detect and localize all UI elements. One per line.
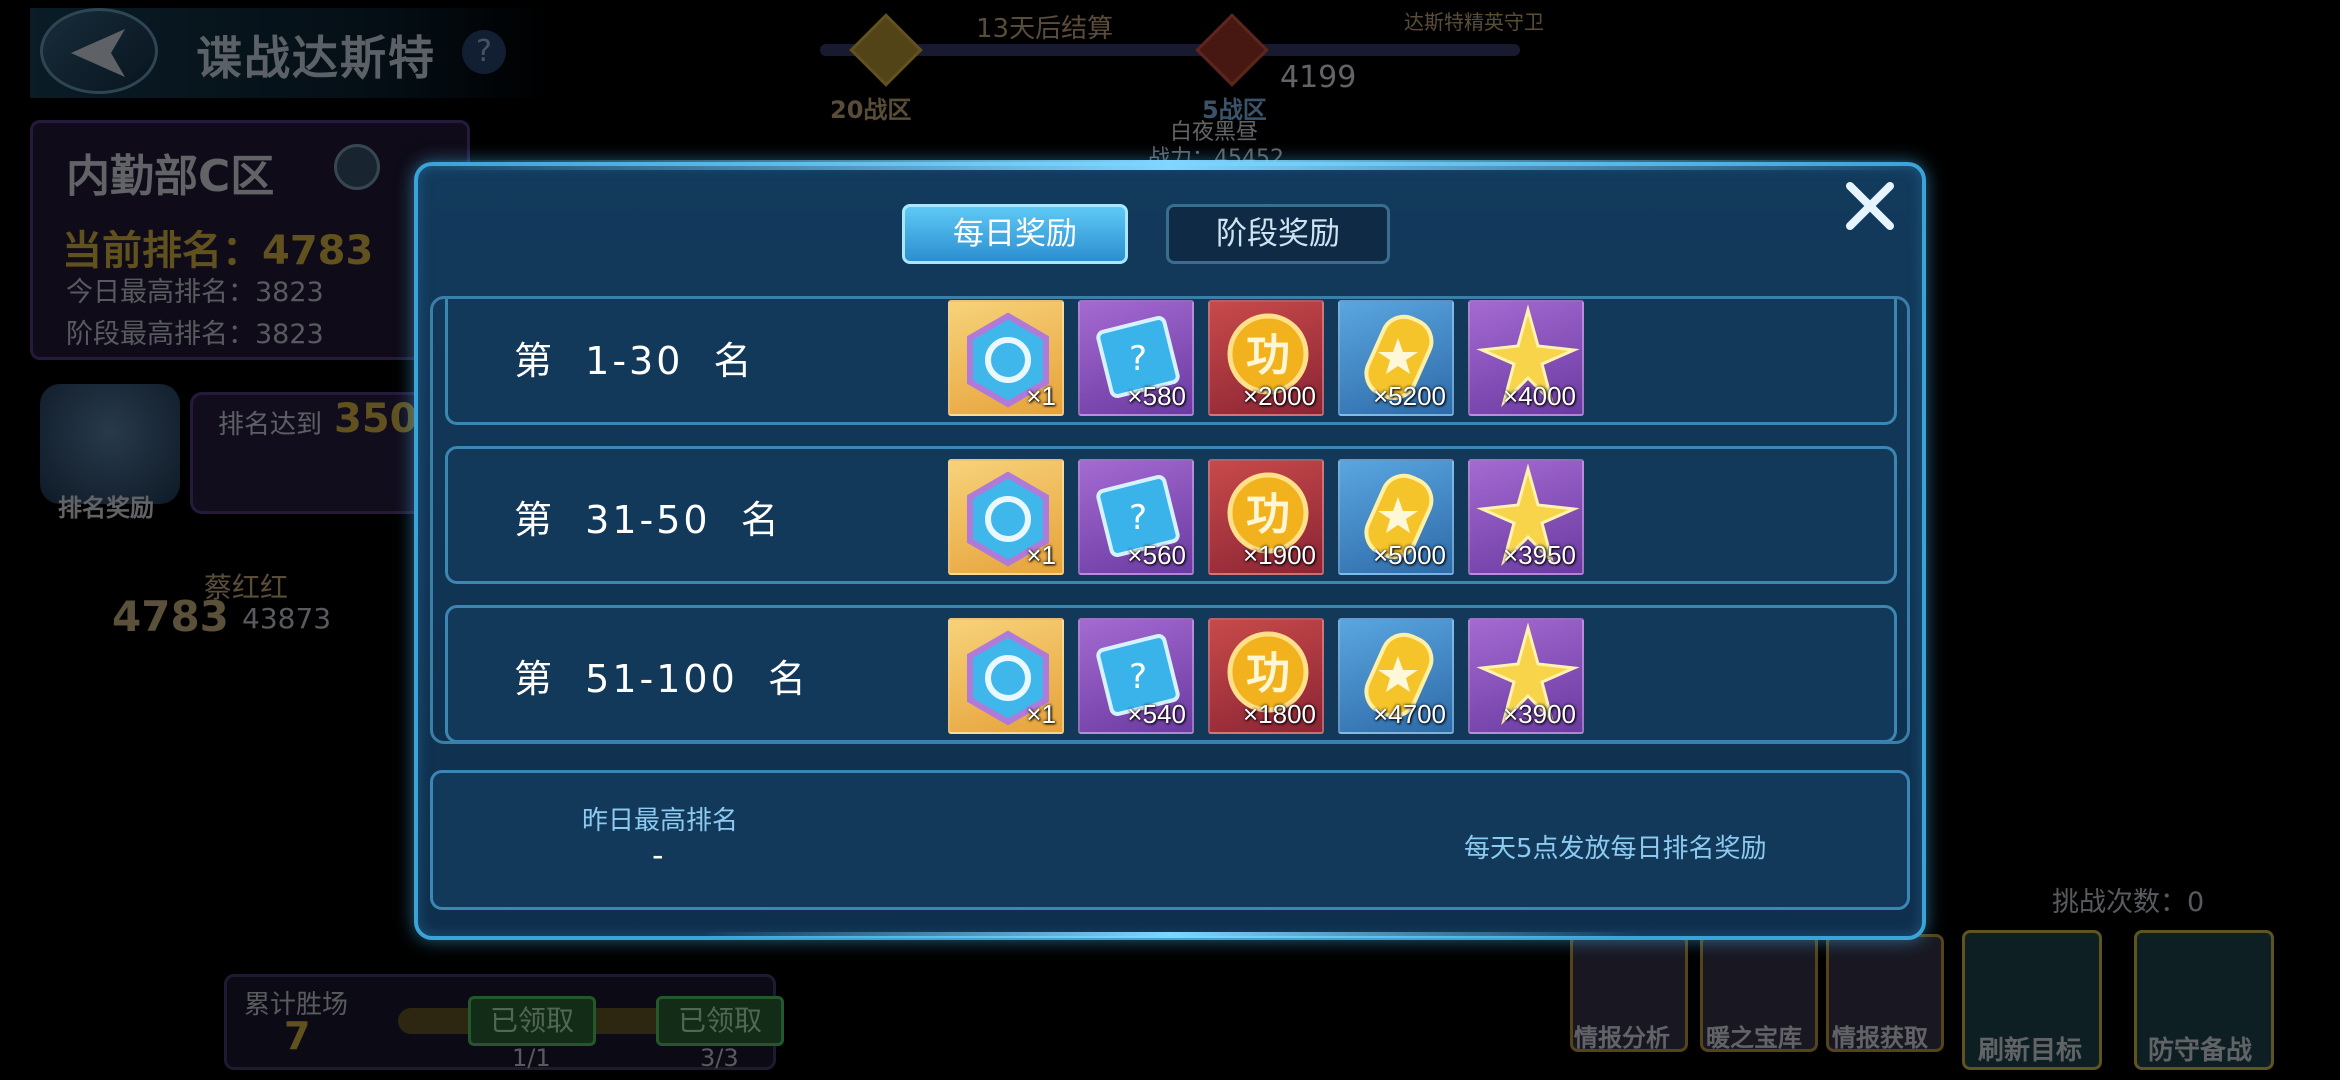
reward-items: ×1? ×540 功 ×1800 ×4700 ×3900 — [948, 618, 1584, 734]
defense-prep-label: 防守备战 — [2148, 1036, 2253, 1066]
item-count: ×1800 — [1242, 699, 1316, 729]
opponent-rank: 4783 — [112, 592, 229, 641]
reward-list-inner: 第 1-30 名 ×1? ×580 功 ×2000 ×5200 ×4000 第 31-50 名… — [445, 299, 1897, 741]
guard-name: 达斯特精英守卫 — [1404, 10, 1544, 34]
yesterday-best-label: 昨日最高排名 — [582, 806, 739, 836]
merit-coin-icon[interactable]: 功 ×1900 — [1208, 459, 1324, 575]
item-count: ×1900 — [1242, 540, 1316, 570]
gold-ticket-icon[interactable]: ×5200 — [1338, 300, 1454, 416]
treasury-label: 暖之宝库 — [1706, 1024, 1802, 1052]
progress-fraction-2: 3/3 — [700, 1044, 739, 1072]
mystery-card-icon[interactable]: ? ×580 — [1078, 300, 1194, 416]
reward-list[interactable]: 第 1-30 名 ×1? ×580 功 ×2000 ×5200 ×4000 第 31-50 名… — [430, 296, 1910, 744]
settle-countdown: 13天后结算 — [976, 14, 1114, 44]
daily-reward-note: 每天5点发放每日排名奖励 — [1464, 834, 1767, 864]
opponent-power: 43873 — [242, 602, 332, 635]
rank-reward-chest-icon[interactable] — [40, 384, 180, 504]
mystery-card-icon[interactable]: ? ×540 — [1078, 618, 1194, 734]
help-icon[interactable]: ? — [462, 30, 506, 74]
progress-fraction-1: 1/1 — [512, 1044, 551, 1072]
item-count: ×580 — [1127, 381, 1186, 411]
rank-reward-label: 排名奖励 — [58, 494, 154, 522]
zone-marker-left — [849, 13, 923, 87]
close-icon[interactable] — [1840, 176, 1900, 236]
page-title: 谍战达斯特 — [196, 31, 436, 85]
wins-value: 7 — [284, 1014, 311, 1058]
merit-coin-icon[interactable]: 功 ×2000 — [1208, 300, 1324, 416]
rank-range-label: 第 31-50 名 — [514, 498, 782, 542]
merit-coin-icon[interactable]: 功 ×1800 — [1208, 618, 1324, 734]
item-count: ×3950 — [1502, 540, 1576, 570]
current-rank: 当前排名：4783 — [62, 228, 374, 274]
reward-row: 第 51-100 名 ×1? ×540 功 ×1800 ×4700 ×3900 — [445, 605, 1897, 741]
zone-name: 内勤部C区 — [66, 151, 275, 202]
track-line — [820, 44, 1520, 56]
reward-items: ×1? ×580 功 ×2000 ×5200 ×4000 — [948, 300, 1584, 416]
tab-stage-reward[interactable]: 阶段奖励 — [1166, 204, 1390, 264]
svg-text:?: ? — [1129, 339, 1147, 379]
svg-text:?: ? — [1129, 498, 1147, 538]
svg-text:功: 功 — [1246, 489, 1290, 540]
reward-items: ×1? ×560 功 ×1900 ×5000 ×3950 — [948, 459, 1584, 575]
star-icon[interactable]: ×4000 — [1468, 300, 1584, 416]
item-count: ×540 — [1127, 699, 1186, 729]
swap-icon[interactable] — [334, 144, 380, 190]
yesterday-best-value: - — [652, 836, 664, 874]
star-icon[interactable]: ×3950 — [1468, 459, 1584, 575]
tab-daily-reward[interactable]: 每日奖励 — [902, 204, 1128, 264]
refresh-target-label: 刷新目标 — [1978, 1036, 2083, 1066]
claimed-button-1[interactable]: 已领取 — [468, 996, 596, 1046]
reward-row: 第 31-50 名 ×1? ×560 功 ×1900 ×5000 ×3950 — [445, 446, 1897, 584]
track-value: 4199 — [1280, 60, 1357, 95]
item-count: ×5200 — [1372, 381, 1446, 411]
intel-acquire-label: 情报获取 — [1832, 1024, 1928, 1052]
item-count: ×3900 — [1502, 699, 1576, 729]
zone-left-label: 20战区 — [830, 96, 912, 124]
stage-best-rank: 阶段最高排名：3823 — [66, 319, 324, 350]
star-icon[interactable]: ×3900 — [1468, 618, 1584, 734]
chip-icon[interactable]: ×1 — [948, 300, 1064, 416]
svg-text:功: 功 — [1246, 648, 1290, 699]
challenge-count: 挑战次数：0 — [2052, 887, 2205, 918]
svg-text:?: ? — [1129, 657, 1147, 697]
mystery-card-icon[interactable]: ? ×560 — [1078, 459, 1194, 575]
gold-ticket-icon[interactable]: ×4700 — [1338, 618, 1454, 734]
item-count: ×2000 — [1242, 381, 1316, 411]
rank-range-label: 第 51-100 名 — [514, 657, 809, 701]
back-button[interactable] — [40, 8, 158, 94]
chip-icon[interactable]: ×1 — [948, 459, 1064, 575]
gold-ticket-icon[interactable]: ×5000 — [1338, 459, 1454, 575]
today-best-rank: 今日最高排名：3823 — [66, 277, 324, 308]
item-count: ×1 — [1026, 540, 1056, 570]
modal-bottom-glow — [700, 932, 1640, 938]
claimed-button-2[interactable]: 已领取 — [656, 996, 784, 1046]
item-count: ×1 — [1026, 381, 1056, 411]
reward-row: 第 1-30 名 ×1? ×580 功 ×2000 ×5200 ×4000 — [445, 299, 1897, 425]
item-count: ×1 — [1026, 699, 1056, 729]
item-count: ×5000 — [1372, 540, 1446, 570]
intel-analysis-label: 情报分析 — [1574, 1024, 1670, 1052]
svg-text:功: 功 — [1246, 330, 1290, 381]
back-arrow-icon — [71, 29, 125, 77]
item-count: ×4700 — [1372, 699, 1446, 729]
chip-icon[interactable]: ×1 — [948, 618, 1064, 734]
item-count: ×560 — [1127, 540, 1186, 570]
rank-range-label: 第 1-30 名 — [514, 339, 755, 383]
item-count: ×4000 — [1502, 381, 1576, 411]
zone-marker-right — [1195, 13, 1269, 87]
rank-reach-label: 排名达到 — [218, 410, 323, 440]
modal-top-glow — [414, 160, 1926, 170]
